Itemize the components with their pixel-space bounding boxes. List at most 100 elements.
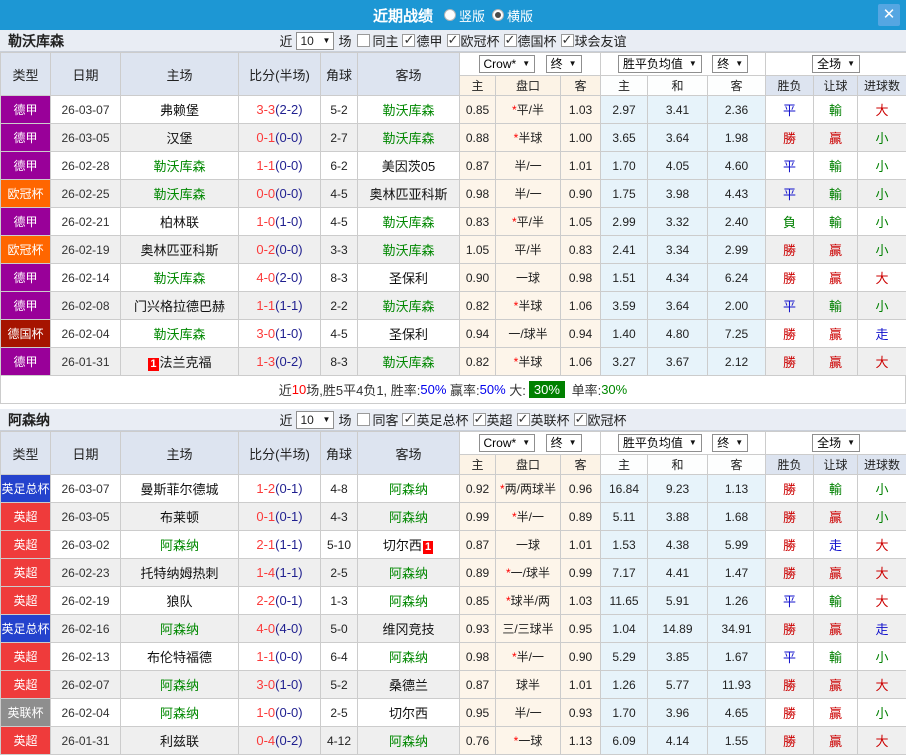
league-badge: 英联杯 <box>1 699 51 727</box>
summary-part: 30% <box>529 381 565 398</box>
table-row: 德甲 26-02-08 门兴格拉德巴赫 1-1(1-1) 2-2 勒沃库森 0.… <box>1 292 906 320</box>
checkbox-icon[interactable] <box>402 413 415 426</box>
league-filter-label[interactable]: 英联杯 <box>531 410 570 429</box>
filter-controls: 近 10 ▼ 场 同客 英足总杯 英超 英联杯 欧冠杯 <box>279 410 626 429</box>
away-team: 奥林匹亚科斯 <box>358 180 460 208</box>
mean-home: 3.65 <box>601 124 648 152</box>
league-filter-label[interactable]: 欧冠杯 <box>588 410 627 429</box>
mean-draw: 5.91 <box>648 587 708 615</box>
checkbox-icon[interactable] <box>504 34 517 47</box>
same-venue-label[interactable]: 同主 <box>372 31 398 50</box>
result-wl: 勝 <box>766 348 814 376</box>
match-date: 26-02-19 <box>51 587 121 615</box>
league-badge: 英超 <box>1 531 51 559</box>
league-filter-label[interactable]: 欧冠杯 <box>461 31 500 50</box>
odds-away: 0.98 <box>561 264 601 292</box>
mean-home: 1.26 <box>601 671 648 699</box>
mean-home: 3.27 <box>601 348 648 376</box>
league-filter[interactable]: 英足总杯 <box>398 410 468 429</box>
same-venue-checkbox[interactable] <box>357 34 370 47</box>
result-goals: 大 <box>858 587 906 615</box>
scope-select[interactable]: 全场▼ <box>812 55 860 73</box>
league-filter[interactable]: 欧冠杯 <box>443 31 500 50</box>
mean-select[interactable]: 胜平负均值▼ <box>618 55 702 73</box>
league-filter[interactable]: 欧冠杯 <box>570 410 627 429</box>
mean-away: 2.00 <box>708 292 766 320</box>
league-filter-label[interactable]: 德甲 <box>416 31 442 50</box>
games-count-select[interactable]: 10 ▼ <box>296 411 334 429</box>
mean-home: 5.11 <box>601 503 648 531</box>
same-venue-label[interactable]: 同客 <box>372 410 398 429</box>
mean-final-select[interactable]: 终▼ <box>712 434 748 452</box>
result-wl: 勝 <box>766 236 814 264</box>
mean-final-select[interactable]: 终▼ <box>712 55 748 73</box>
table-row: 英超 26-02-23 托特纳姆热刺 1-4(1-1) 2-5 阿森纳 0.89… <box>1 559 906 587</box>
league-filter[interactable]: 德甲 <box>398 31 442 50</box>
odds-away: 1.01 <box>561 671 601 699</box>
mean-select[interactable]: 胜平负均值▼ <box>618 434 702 452</box>
near-label: 近 <box>279 410 292 429</box>
league-badge: 英超 <box>1 587 51 615</box>
close-icon[interactable]: ✕ <box>878 4 900 26</box>
match-date: 26-02-04 <box>51 320 121 348</box>
checkbox-icon[interactable] <box>517 413 530 426</box>
odds-home: 0.98 <box>460 180 496 208</box>
sub-mean-home: 主 <box>601 455 648 475</box>
same-venue-checkbox[interactable] <box>357 413 370 426</box>
radio-label[interactable]: 横版 <box>507 6 533 25</box>
col-away: 客场 <box>358 432 460 475</box>
result-handicap: 輸 <box>814 643 858 671</box>
radio-icon[interactable] <box>444 9 456 21</box>
away-team: 勒沃库森 <box>358 292 460 320</box>
league-filter-label[interactable]: 英超 <box>487 410 513 429</box>
sub-result-handicap: 让球 <box>814 455 858 475</box>
scope-select[interactable]: 全场▼ <box>812 434 860 452</box>
odds-final-select[interactable]: 终▼ <box>546 55 582 73</box>
checkbox-icon[interactable] <box>473 413 486 426</box>
games-suffix: 场 <box>338 410 351 429</box>
summary-part: 赢率: <box>446 380 479 399</box>
odds-line: *半球 <box>496 124 561 152</box>
sub-odds-away: 客 <box>561 76 601 96</box>
radio-icon[interactable] <box>492 9 504 21</box>
layout-radio[interactable]: 横版 <box>492 6 533 25</box>
league-filter[interactable]: 球会友谊 <box>557 31 627 50</box>
league-filter[interactable]: 英联杯 <box>513 410 570 429</box>
checkbox-icon[interactable] <box>561 34 574 47</box>
odds-away: 0.90 <box>561 643 601 671</box>
table-row: 英超 26-01-31 利兹联 0-4(0-2) 4-12 阿森纳 0.76 *… <box>1 727 906 755</box>
score: 0-1(0-1) <box>239 503 321 531</box>
league-badge: 英超 <box>1 643 51 671</box>
radio-label[interactable]: 竖版 <box>459 6 485 25</box>
mean-home: 1.75 <box>601 180 648 208</box>
games-count-select[interactable]: 10 ▼ <box>296 32 334 50</box>
mean-home: 1.51 <box>601 264 648 292</box>
corners: 2-5 <box>321 699 358 727</box>
summary-part: 30% <box>601 382 627 397</box>
league-filter[interactable]: 德国杯 <box>500 31 557 50</box>
odds-line: 球半 <box>496 671 561 699</box>
checkbox-icon[interactable] <box>447 34 460 47</box>
odds-final-select[interactable]: 终▼ <box>546 434 582 452</box>
chevron-down-icon: ▼ <box>735 438 743 447</box>
col-score: 比分(半场) <box>239 432 321 475</box>
home-team: 弗赖堡 <box>121 96 239 124</box>
table-row: 德国杯 26-02-04 勒沃库森 3-0(1-0) 4-5 圣保利 0.94 … <box>1 320 906 348</box>
corners: 4-12 <box>321 727 358 755</box>
corners: 4-5 <box>321 180 358 208</box>
league-filter-label[interactable]: 德国杯 <box>518 31 557 50</box>
league-badge: 德甲 <box>1 348 51 376</box>
odds-away: 1.06 <box>561 292 601 320</box>
result-handicap: 贏 <box>814 699 858 727</box>
mean-draw: 4.34 <box>648 264 708 292</box>
league-filter-label[interactable]: 球会友谊 <box>575 31 627 50</box>
odds-source-select[interactable]: Crow*▼ <box>479 55 536 73</box>
checkbox-icon[interactable] <box>402 34 415 47</box>
odds-source-select[interactable]: Crow*▼ <box>479 434 536 452</box>
layout-radio[interactable]: 竖版 <box>444 6 485 25</box>
checkbox-icon[interactable] <box>574 413 587 426</box>
mean-home: 1.04 <box>601 615 648 643</box>
league-filter-label[interactable]: 英足总杯 <box>416 410 468 429</box>
mean-away: 6.24 <box>708 264 766 292</box>
league-filter[interactable]: 英超 <box>469 410 513 429</box>
